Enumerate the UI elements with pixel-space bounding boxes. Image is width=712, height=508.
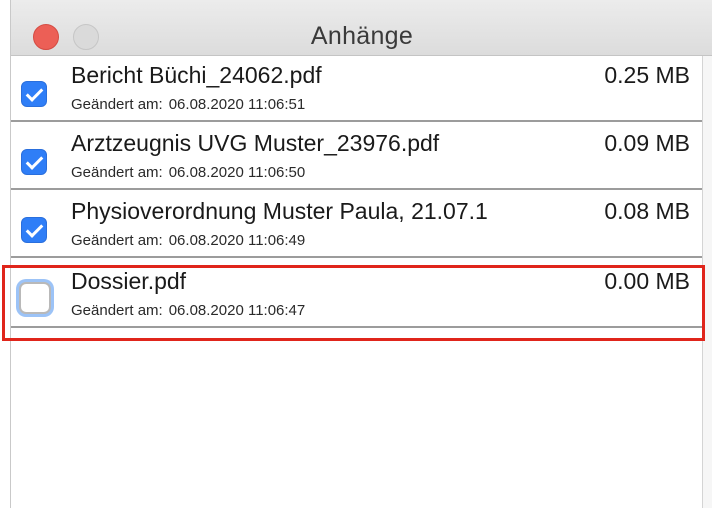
file-name: Physioverordnung Muster Paula, 21.07.1 (71, 198, 488, 224)
attachment-checkbox[interactable] (21, 217, 47, 243)
attachment-checkbox[interactable] (21, 149, 47, 175)
modified-label: Geändert am: (71, 232, 163, 249)
file-name: Dossier.pdf (71, 268, 187, 294)
modified-value: 06.08.2020 11:06:51 (168, 96, 306, 113)
list-item[interactable]: Dossier.pdf 0.00 MB Geändert am: 06.08.20… (11, 262, 702, 328)
list-item[interactable]: Arztzeugnis UVG Muster_23976.pdf 0.09 MB… (11, 124, 702, 190)
modified-value: 06.08.2020 11:06:47 (168, 302, 306, 319)
file-name: Arztzeugnis UVG Muster_23976.pdf (71, 130, 440, 156)
modified-label: Geändert am: (71, 96, 163, 113)
list-item[interactable]: Physioverordnung Muster Paula, 21.07.1 0… (11, 192, 702, 258)
file-size: 0.08 MB (604, 198, 690, 224)
modified-value: 06.08.2020 11:06:49 (168, 232, 306, 249)
modified-label: Geändert am: (71, 164, 163, 181)
modified-label: Geändert am: (71, 302, 163, 319)
list-item[interactable]: Bericht Büchi_24062.pdf 0.25 MB Geändert… (11, 56, 702, 122)
file-size: 0.00 MB (604, 268, 690, 294)
modified-date: Geändert am: 06.08.2020 11:06:51 (71, 96, 305, 113)
file-name: Bericht Büchi_24062.pdf (71, 62, 322, 88)
modified-date: Geändert am: 06.08.2020 11:06:47 (71, 302, 305, 319)
attachment-checkbox[interactable] (19, 282, 51, 314)
modified-date: Geändert am: 06.08.2020 11:06:50 (71, 164, 305, 181)
attachment-list: Bericht Büchi_24062.pdf 0.25 MB Geändert… (11, 56, 703, 508)
file-size: 0.25 MB (604, 62, 690, 88)
attachments-window: Anhänge Bericht Büchi_24062.pdf 0.25 MB … (10, 0, 712, 508)
title-bar[interactable]: Anhänge (11, 0, 712, 56)
file-size: 0.09 MB (604, 130, 690, 156)
modified-date: Geändert am: 06.08.2020 11:06:49 (71, 232, 305, 249)
window-title: Anhänge (310, 22, 414, 50)
modified-value: 06.08.2020 11:06:50 (168, 164, 306, 181)
attachment-checkbox[interactable] (21, 81, 47, 107)
